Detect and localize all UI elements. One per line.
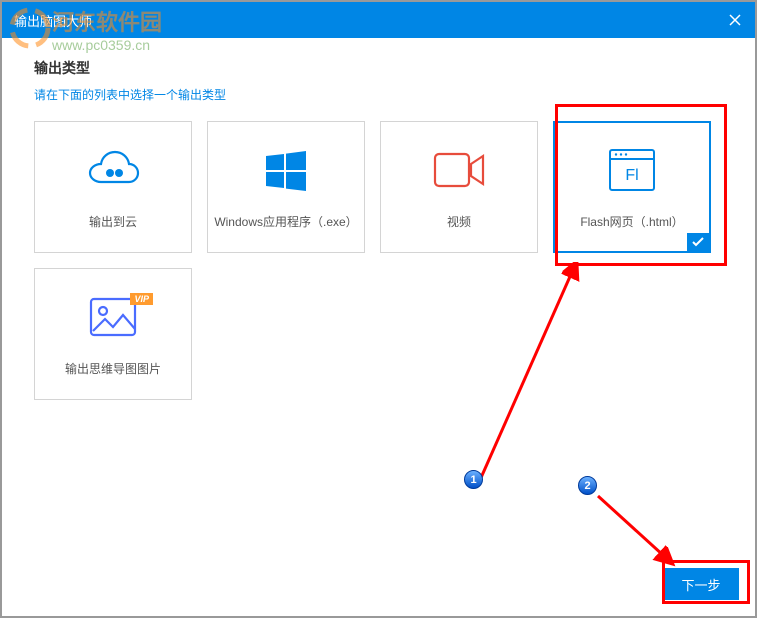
selected-check — [687, 233, 709, 251]
svg-text:Fl: Fl — [625, 167, 638, 184]
vip-badge: VIP — [130, 293, 153, 305]
card-label: 输出思维导图图片 — [65, 360, 161, 377]
annotation-badge-2: 2 — [578, 476, 597, 495]
card-label: 视频 — [447, 213, 471, 230]
windows-icon — [264, 145, 308, 195]
check-icon — [692, 237, 704, 247]
titlebar: 输出脑图大师 — [2, 2, 755, 38]
card-label: Flash网页（.html） — [580, 213, 683, 230]
instruction-text: 请在下面的列表中选择一个输出类型 — [34, 86, 723, 103]
output-video-card[interactable]: 视频 — [380, 121, 538, 253]
output-exe-card[interactable]: Windows应用程序（.exe） — [207, 121, 365, 253]
card-label: 输出到云 — [89, 213, 137, 230]
output-mindmap-card[interactable]: VIP 输出思维导图图片 — [34, 268, 192, 400]
close-button[interactable] — [727, 12, 743, 28]
close-icon — [729, 14, 741, 26]
annotation-badge-1: 1 — [464, 470, 483, 489]
flash-web-icon: Fl — [608, 145, 656, 195]
annotation-arrow-2 — [592, 490, 682, 570]
output-flash-card[interactable]: Fl Flash网页（.html） — [553, 121, 711, 253]
window-title: 输出脑图大师 — [14, 11, 92, 30]
cloud-icon — [85, 145, 141, 195]
output-type-grid: 输出到云 Windows应用程序（.exe） 视频 Fl Flash网页（.ht… — [34, 121, 723, 400]
output-cloud-card[interactable]: 输出到云 — [34, 121, 192, 253]
card-label: Windows应用程序（.exe） — [214, 213, 357, 230]
video-icon — [433, 145, 485, 195]
next-button[interactable]: 下一步 — [663, 568, 739, 600]
section-title: 输出类型 — [34, 58, 723, 78]
